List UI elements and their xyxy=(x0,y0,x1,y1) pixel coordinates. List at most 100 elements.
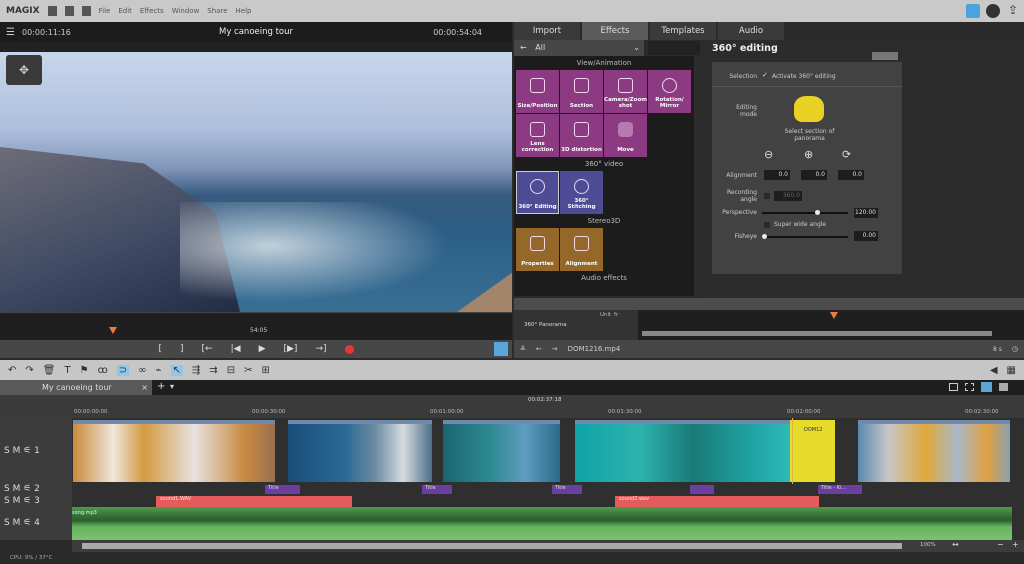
tab-effects[interactable]: Effects xyxy=(582,22,648,40)
mode-icon[interactable] xyxy=(966,4,980,18)
save-icon[interactable] xyxy=(82,6,91,16)
help-icon[interactable] xyxy=(986,4,1000,18)
menu-share[interactable]: Share xyxy=(207,7,227,15)
search-input[interactable] xyxy=(648,41,700,55)
menu-edit[interactable]: Edit xyxy=(118,7,132,15)
mark-out-button[interactable]: ] xyxy=(180,344,184,354)
track-1-header[interactable]: S M ⚟ 1 xyxy=(4,446,40,456)
close-tab-icon[interactable]: × xyxy=(141,380,148,395)
perspective-field[interactable]: 120.00 xyxy=(854,208,878,218)
zoom-in-icon[interactable]: + xyxy=(1012,540,1019,549)
audio-clip[interactable]: sound2.wav xyxy=(615,496,819,507)
recording-angle-checkbox[interactable] xyxy=(764,193,770,199)
effect-lens-correction[interactable]: Lens correction xyxy=(516,114,559,157)
keyframe-scrollbar[interactable] xyxy=(642,331,992,336)
view-multicam-icon[interactable] xyxy=(999,383,1008,391)
activate-checkbox[interactable]: ✓ xyxy=(762,71,768,79)
effect-section[interactable]: Section xyxy=(560,70,603,113)
text-icon[interactable]: T xyxy=(64,365,70,376)
effect-3d-distortion[interactable]: 3D distortion xyxy=(560,114,603,157)
video-clip[interactable] xyxy=(575,420,790,482)
fisheye-field[interactable]: 0.00 xyxy=(854,231,878,241)
playhead-marker[interactable] xyxy=(109,327,117,334)
jump-end-button[interactable]: →] xyxy=(315,344,326,354)
song-clip[interactable]: song.mp3 xyxy=(72,507,1012,540)
effect-stereo-properties[interactable]: Properties xyxy=(516,228,559,271)
pointer-icon[interactable]: ↖ xyxy=(171,365,183,376)
preview-scrubber[interactable]: 54:05 xyxy=(0,312,512,340)
tab-import[interactable]: Import xyxy=(514,22,580,40)
video-clip[interactable] xyxy=(858,420,1010,482)
unit-value[interactable]: fr xyxy=(614,312,618,318)
unlink-icon[interactable]: ⌁ xyxy=(155,365,161,376)
clock-icon[interactable]: ◷ xyxy=(1012,345,1018,353)
magnet-icon[interactable]: ⊃ xyxy=(117,365,129,376)
pitch-field[interactable]: 0.0 xyxy=(801,170,827,180)
fisheye-slider[interactable] xyxy=(762,236,848,238)
title-clip[interactable]: Title xyxy=(265,485,300,494)
mixer-icon[interactable]: ▦ xyxy=(1007,365,1016,376)
tab-menu-icon[interactable]: ▾ xyxy=(170,382,174,391)
menu-file[interactable]: File xyxy=(99,7,111,15)
prev-keyframe-icon[interactable]: ← xyxy=(536,345,542,353)
audio-clip[interactable]: sound1.WAV xyxy=(156,496,352,507)
trim-icon[interactable]: ⊟ xyxy=(227,365,235,376)
play-range-button[interactable]: [▶] xyxy=(283,344,297,354)
project-tab[interactable]: My canoeing tour× xyxy=(0,380,152,395)
zoom-out-icon[interactable]: − xyxy=(997,540,1004,549)
new-file-icon[interactable] xyxy=(48,6,57,16)
video-clip[interactable] xyxy=(443,420,560,482)
marker-icon[interactable]: ⚑ xyxy=(80,365,89,376)
view-scene-icon[interactable] xyxy=(965,383,974,391)
effects-scrollbar[interactable] xyxy=(694,56,702,296)
previous-button[interactable]: |◀ xyxy=(231,344,241,354)
perspective-slider[interactable] xyxy=(762,212,848,214)
track-4-header[interactable]: S M ⚟ 4 xyxy=(4,518,40,528)
track-3-header[interactable]: S M ⚟ 3 xyxy=(4,496,40,506)
play-button[interactable]: ▶ xyxy=(259,344,266,354)
menu-help[interactable]: Help xyxy=(236,7,252,15)
title-clip[interactable]: Title xyxy=(422,485,452,494)
menu-effects[interactable]: Effects xyxy=(140,7,164,15)
fit-icon[interactable]: ↔ xyxy=(952,540,959,549)
view-timeline-icon[interactable] xyxy=(981,382,992,392)
fx-toggle-icon[interactable] xyxy=(494,342,508,356)
360-navigation-icon[interactable]: ✥ xyxy=(6,55,42,85)
effect-rotation-mirror[interactable]: Rotation/ Mirror xyxy=(648,70,691,113)
link-icon[interactable]: ∞ xyxy=(138,365,146,376)
keyframe-playhead[interactable] xyxy=(830,312,838,319)
open-folder-icon[interactable] xyxy=(65,6,74,16)
binoculars-icon[interactable]: ꝏ xyxy=(98,365,108,376)
category-filter[interactable]: ← All ⌄ xyxy=(514,40,644,56)
ripple-icon[interactable]: ⇶ xyxy=(192,365,200,376)
title-clip[interactable]: Title - Ki... xyxy=(818,485,862,494)
next-keyframe-icon[interactable]: → xyxy=(552,345,558,353)
record-button[interactable] xyxy=(345,345,354,354)
ripple-all-icon[interactable]: ⇉ xyxy=(209,365,217,376)
mark-in-button[interactable]: [ xyxy=(159,344,163,354)
delete-icon[interactable]: 🗑 xyxy=(43,365,56,376)
yaw-field[interactable]: 0.0 xyxy=(764,170,790,180)
add-tab-icon[interactable]: + xyxy=(157,381,165,392)
effect-stereo-alignment[interactable]: Alignment xyxy=(560,228,603,271)
effect-360-stitching[interactable]: 360° Stitching xyxy=(560,171,603,214)
undo-icon[interactable]: ↶ xyxy=(8,365,16,376)
redo-icon[interactable]: ↷ xyxy=(25,365,33,376)
step-value[interactable]: 8 s xyxy=(993,346,1002,353)
view-storyboard-icon[interactable] xyxy=(949,383,958,391)
panel-controls[interactable] xyxy=(872,52,898,60)
effect-camera-zoom[interactable]: Camera/Zoom shot xyxy=(604,70,647,113)
title-clip[interactable]: Title xyxy=(552,485,582,494)
jump-start-button[interactable]: [← xyxy=(202,344,213,354)
super-wide-checkbox[interactable] xyxy=(764,222,770,228)
insert-icon[interactable]: ⊞ xyxy=(261,365,269,376)
timeline-scrollbar[interactable]: 100% ↔ − + xyxy=(72,540,1024,552)
effect-360-editing[interactable]: 360° Editing xyxy=(516,171,559,214)
tab-audio[interactable]: Audio xyxy=(718,22,784,40)
video-clip[interactable] xyxy=(288,420,432,482)
selected-clip[interactable]: DOM12 xyxy=(790,420,835,482)
track-2-header[interactable]: S M ⚟ 2 xyxy=(4,484,40,494)
keyframe-track-label[interactable]: 360° Panorama xyxy=(524,322,567,328)
collapse-icon[interactable]: ≚ xyxy=(520,345,526,353)
cut-icon[interactable]: ✂ xyxy=(244,365,252,376)
